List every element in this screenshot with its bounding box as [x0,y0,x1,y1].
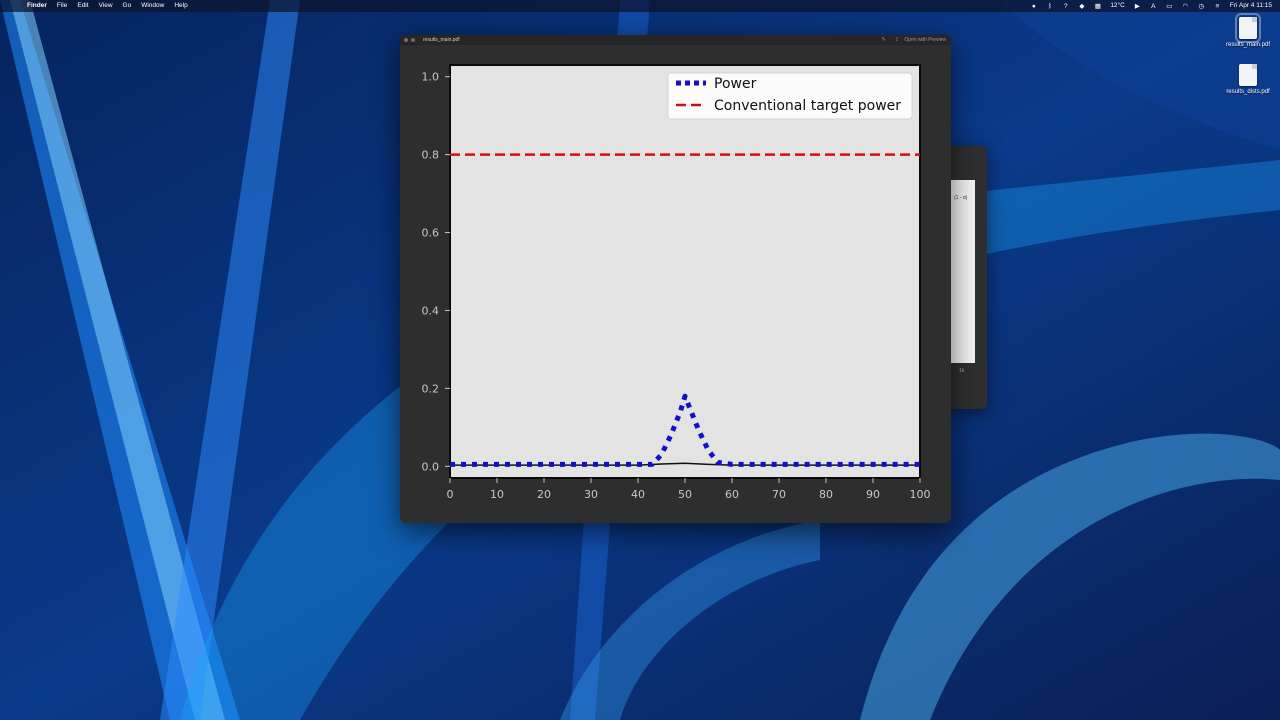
page-number: 1k [959,368,965,374]
desktop-file-label: results_dists.pdf [1226,89,1270,95]
menu-file[interactable]: File [57,0,67,12]
page-text-fragment: (1 - α) [954,195,968,201]
x-tick-label: 80 [819,488,833,501]
apple-menu-icon[interactable] [10,0,17,12]
y-tick-label: 0.8 [422,149,440,162]
date-time[interactable]: Fri Apr 4 11:15 [1230,0,1272,12]
background-preview-window[interactable]: (1 - α) 1k [945,146,987,409]
pdf-file-icon [1239,64,1257,86]
chart-legend: Power Conventional target power [667,72,913,120]
desktop-file-results-main[interactable]: results_main.pdf [1218,13,1278,48]
x-tick-label: 40 [631,488,645,501]
play-icon[interactable]: ▶ [1134,3,1141,10]
x-tick-label: 50 [678,488,692,501]
bluetooth-icon[interactable]: ᛒ [1046,3,1053,10]
record-icon[interactable]: ● [1030,3,1037,10]
keyboard-icon[interactable]: A [1150,3,1157,10]
x-axis: 0 10 20 30 40 50 60 70 80 90 100 [447,478,931,501]
x-tick-label: 90 [866,488,880,501]
grid-icon[interactable]: ▦ [1094,3,1101,10]
x-tick-label: 60 [725,488,739,501]
y-axis: 0.0 0.2 0.4 0.6 0.8 1.0 [422,71,450,473]
x-tick-label: 0 [447,488,454,501]
y-tick-label: 0.6 [422,227,440,240]
x-tick-label: 20 [537,488,551,501]
pdf-page [951,180,975,363]
menu-bar: Finder File Edit View Go Window Help ● ᛒ… [0,0,1280,12]
battery-icon[interactable]: ▭ [1166,3,1173,10]
legend-power-label: Power [714,76,757,92]
wifi-icon[interactable]: ◠ [1182,3,1189,10]
legend-target-label: Conventional target power [714,98,901,114]
desktop-file-label: results_main.pdf [1225,42,1271,48]
desktop-file-results-dists[interactable]: results_dists.pdf [1218,64,1278,95]
menu-help[interactable]: Help [174,0,187,12]
y-tick-label: 0.2 [422,382,440,395]
plot-area [449,64,921,479]
preview-window[interactable]: results_main.pdf ✎ ⇪ Open with Preview 0… [400,35,951,523]
clock-icon[interactable]: ◷ [1198,3,1205,10]
menu-go[interactable]: Go [123,0,132,12]
menu-view[interactable]: View [99,0,113,12]
y-tick-label: 0.0 [422,460,440,473]
menu-edit[interactable]: Edit [77,0,88,12]
control-center-icon[interactable]: ≡ [1214,3,1221,10]
help-icon[interactable]: ? [1062,3,1069,10]
x-tick-label: 30 [584,488,598,501]
menu-window[interactable]: Window [141,0,164,12]
x-tick-label: 70 [772,488,786,501]
weather-status[interactable]: 12°C [1110,0,1125,12]
x-tick-label: 10 [490,488,504,501]
power-chart: 0 10 20 30 40 50 60 70 80 90 100 0.0 0.2 0.4 0.6 0.8 1.… [422,64,931,501]
y-tick-label: 1.0 [422,71,440,84]
x-tick-label: 100 [910,488,931,501]
menu-app-name[interactable]: Finder [27,0,47,12]
dropbox-icon[interactable]: ◆ [1078,3,1085,10]
pdf-file-icon [1235,13,1261,43]
y-tick-label: 0.4 [422,304,440,317]
